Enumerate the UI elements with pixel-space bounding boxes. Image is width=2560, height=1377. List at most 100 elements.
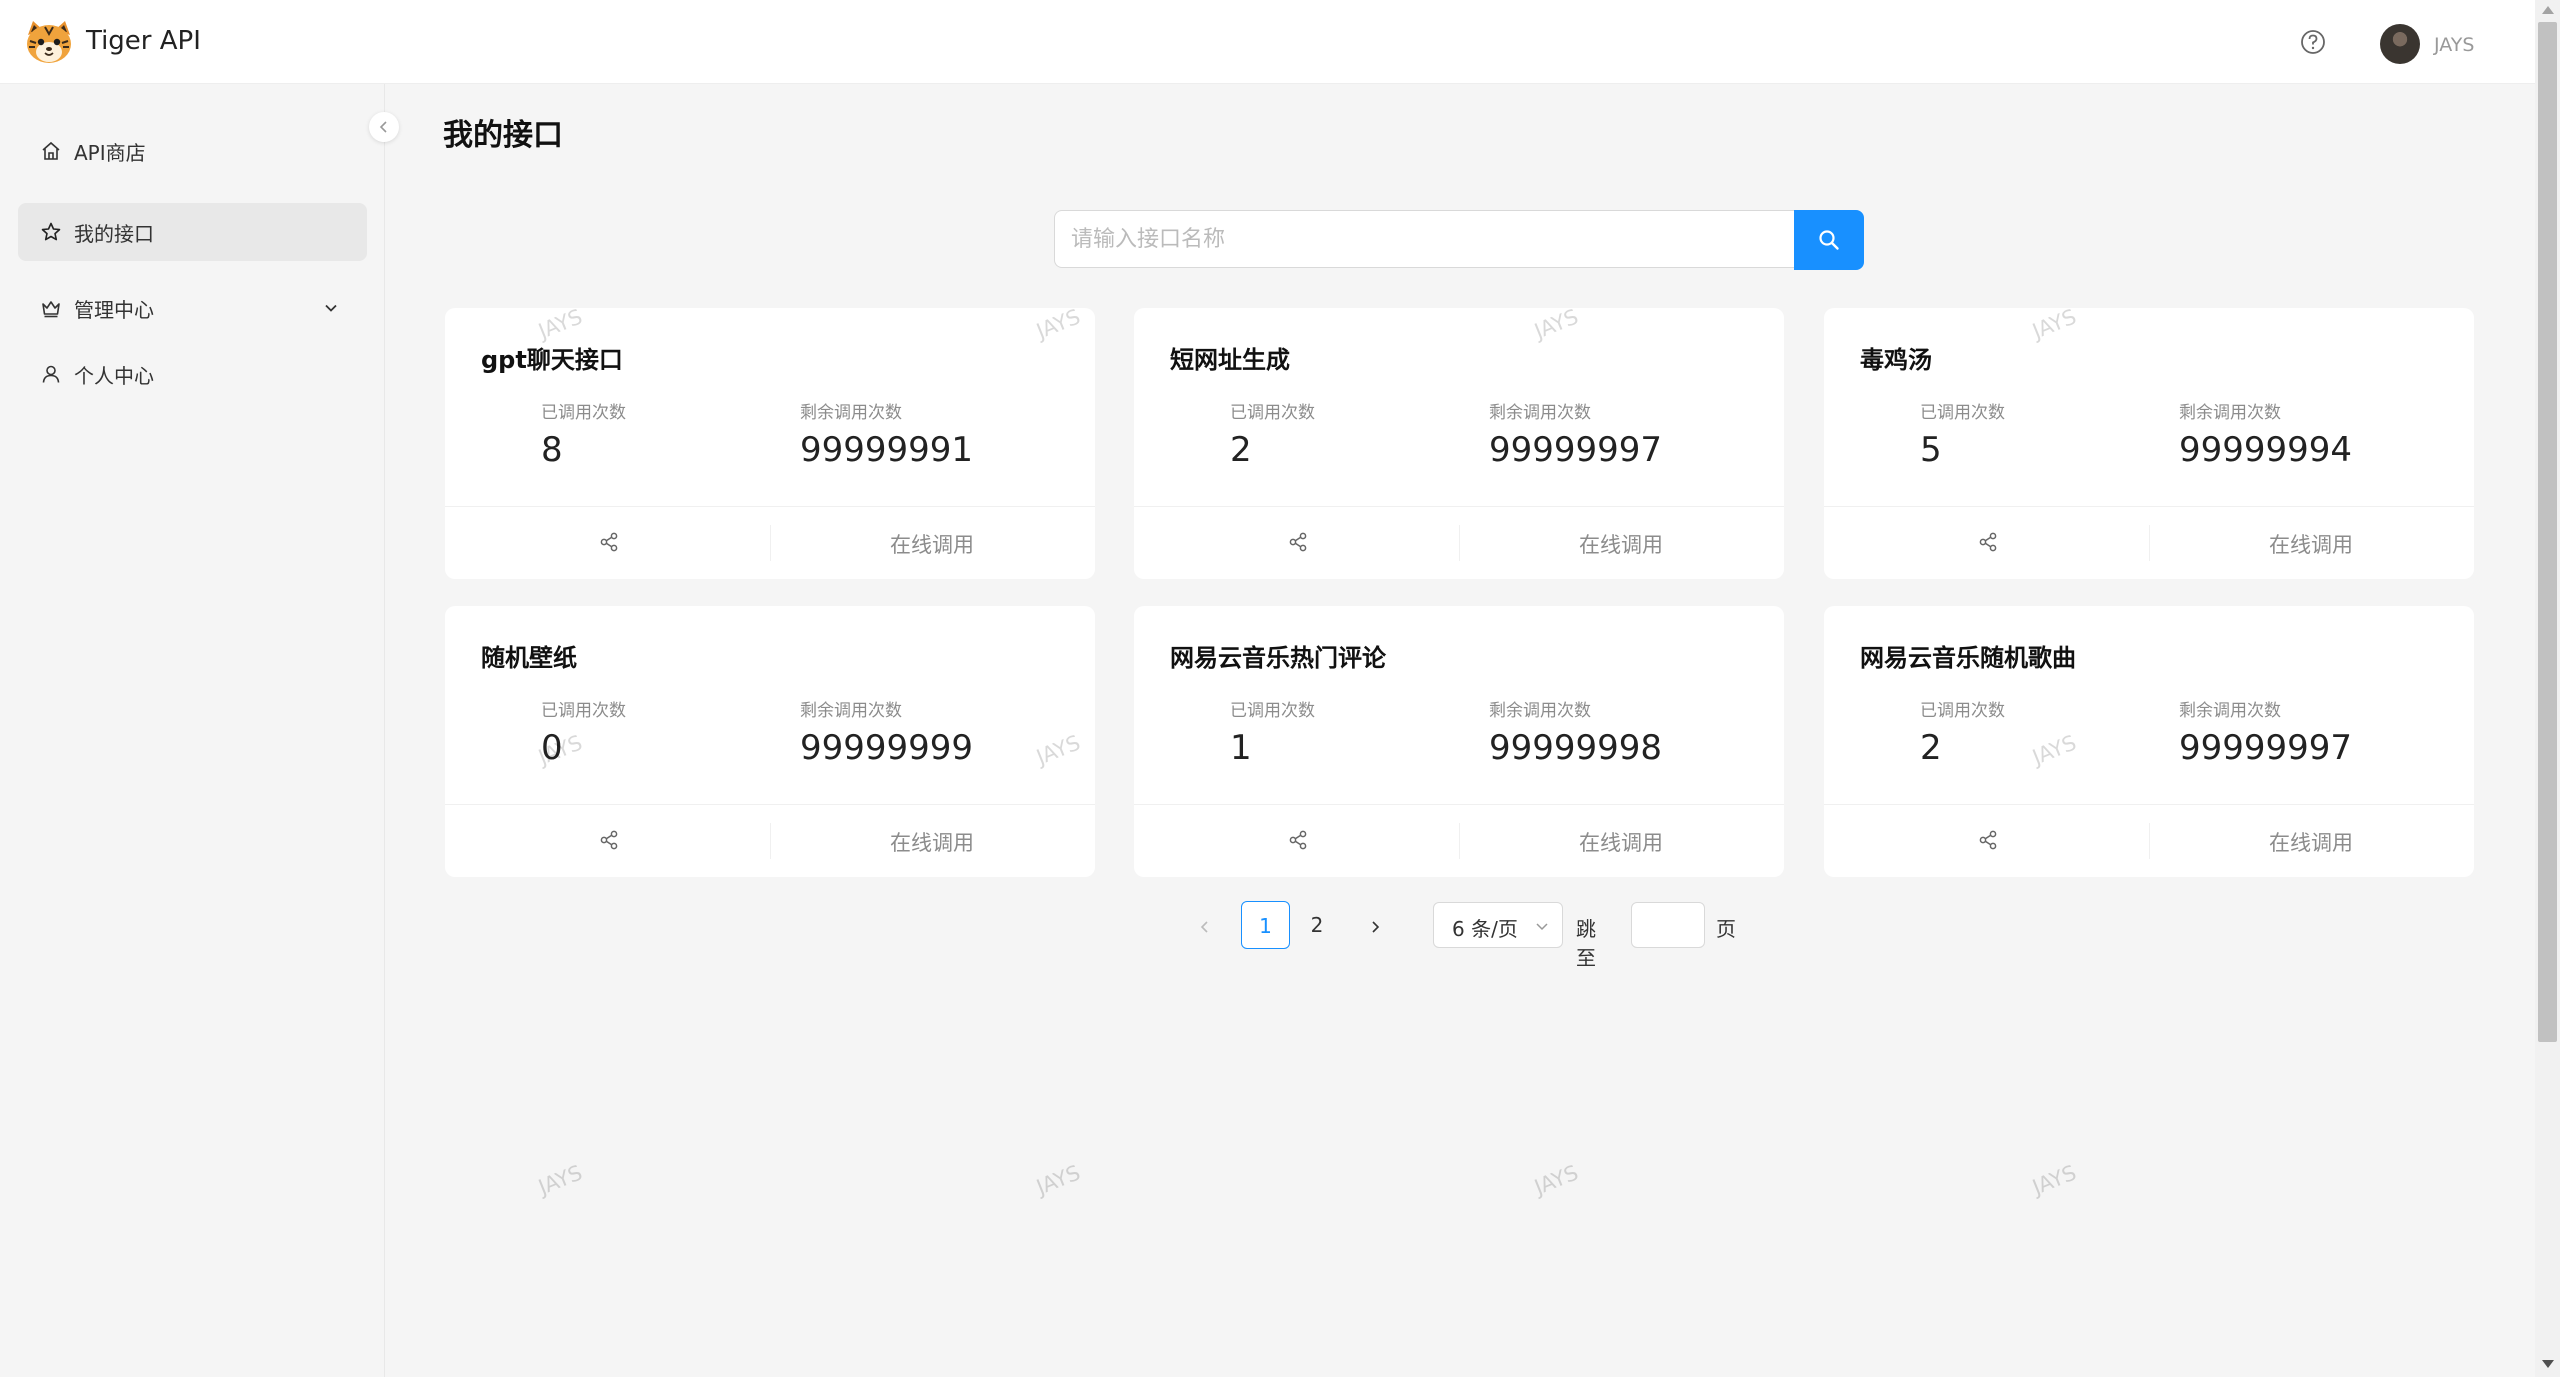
page-title: 我的接口 (443, 118, 563, 153)
online-invoke-link[interactable]: 在线调用 (1579, 827, 1663, 857)
api-card: 网易云音乐热门评论 已调用次数 剩余调用次数 1 99999998 在线调用 (1134, 606, 1784, 877)
share-icon[interactable] (1287, 531, 1309, 553)
online-invoke-link[interactable]: 在线调用 (2269, 827, 2353, 857)
watermark: JAYS (535, 1160, 586, 1200)
scroll-down-arrow-icon[interactable] (2542, 1360, 2554, 1368)
api-name: 毒鸡汤 (1860, 346, 1932, 374)
pagination-next-button[interactable] (1360, 901, 1390, 949)
share-icon[interactable] (598, 531, 620, 553)
online-invoke-link[interactable]: 在线调用 (1579, 529, 1663, 559)
online-invoke-link[interactable]: 在线调用 (890, 529, 974, 559)
online-invoke-link[interactable]: 在线调用 (890, 827, 974, 857)
remaining-count-value: 99999994 (2179, 430, 2353, 470)
page-size-select[interactable]: 6 条/页 (1433, 902, 1563, 948)
sidebar-item-label: API商店 (74, 140, 146, 165)
card-actions: 在线调用 (1824, 506, 2474, 580)
help-icon[interactable] (2300, 29, 2326, 55)
sidebar-item-personal-center[interactable]: 个人中心 (18, 345, 367, 403)
remaining-count-label: 剩余调用次数 (2179, 701, 2281, 721)
action-divider (2149, 525, 2150, 561)
search-input[interactable] (1054, 210, 1794, 268)
sidebar-item-label: 我的接口 (74, 221, 154, 246)
scroll-up-arrow-icon[interactable] (2542, 6, 2554, 14)
used-count-value: 2 (1920, 728, 1942, 768)
used-count-label: 已调用次数 (541, 403, 626, 423)
action-divider (1459, 525, 1460, 561)
action-divider (1459, 823, 1460, 859)
tiger-logo[interactable] (24, 19, 74, 65)
share-icon[interactable] (1977, 829, 1999, 851)
used-count-label: 已调用次数 (1230, 701, 1315, 721)
remaining-count-value: 99999997 (1489, 430, 1663, 470)
card-actions: 在线调用 (1134, 506, 1784, 580)
watermark: JAYS (2029, 1160, 2080, 1200)
api-name: gpt聊天接口 (481, 346, 623, 374)
remaining-count-label: 剩余调用次数 (800, 403, 902, 423)
used-count-value: 2 (1230, 430, 1252, 470)
remaining-count-label: 剩余调用次数 (2179, 403, 2281, 423)
used-count-value: 5 (1920, 430, 1942, 470)
remaining-count-label: 剩余调用次数 (800, 701, 902, 721)
app-title[interactable]: Tiger API (86, 26, 201, 56)
chevron-down-icon (1536, 923, 1548, 931)
chevron-down-icon[interactable] (321, 298, 341, 318)
online-invoke-link[interactable]: 在线调用 (2269, 529, 2353, 559)
sidebar-item-label: 个人中心 (74, 363, 154, 388)
sidebar-item-my-apis[interactable]: 我的接口 (18, 203, 367, 261)
api-card: 随机壁纸 已调用次数 剩余调用次数 0 99999999 在线调用 (445, 606, 1095, 877)
star-icon (41, 222, 61, 241)
search-icon (1819, 230, 1839, 250)
sidebar-item-label: 管理中心 (74, 297, 154, 322)
card-actions: 在线调用 (445, 506, 1095, 580)
remaining-count-value: 99999997 (2179, 728, 2353, 768)
used-count-label: 已调用次数 (1920, 403, 2005, 423)
watermark: JAYS (1531, 1160, 1582, 1200)
top-header: Tiger API JAYS (0, 0, 2535, 84)
vertical-scrollbar[interactable] (2535, 0, 2560, 1377)
card-actions: 在线调用 (1824, 804, 2474, 878)
chevron-right-icon (1372, 920, 1380, 933)
api-card: 网易云音乐随机歌曲 已调用次数 剩余调用次数 2 99999997 在线调用 (1824, 606, 2474, 877)
used-count-label: 已调用次数 (1230, 403, 1315, 423)
search-bar (1054, 210, 1864, 270)
api-card: 毒鸡汤 已调用次数 剩余调用次数 5 99999994 在线调用 (1824, 308, 2474, 579)
used-count-value: 1 (1230, 728, 1252, 768)
sidebar-item-admin-center[interactable]: 管理中心 (18, 279, 367, 337)
remaining-count-value: 99999999 (800, 728, 974, 768)
crown-icon (42, 301, 60, 318)
card-actions: 在线调用 (445, 804, 1095, 878)
api-card: 短网址生成 已调用次数 剩余调用次数 2 99999997 在线调用 (1134, 308, 1784, 579)
card-actions: 在线调用 (1134, 804, 1784, 878)
chevron-left-icon (1200, 920, 1208, 933)
remaining-count-label: 剩余调用次数 (1489, 701, 1591, 721)
username[interactable]: JAYS (2434, 34, 2474, 56)
jump-to-page-input[interactable] (1631, 902, 1705, 948)
page-suffix-label: 页 (1716, 917, 1736, 941)
chevron-left-icon (379, 121, 387, 133)
share-icon[interactable] (1977, 531, 1999, 553)
used-count-value: 0 (541, 728, 563, 768)
remaining-count-label: 剩余调用次数 (1489, 403, 1591, 423)
search-button[interactable] (1794, 210, 1864, 270)
jump-to-label: 跳至 (1576, 917, 1596, 970)
api-card: gpt聊天接口 已调用次数 剩余调用次数 8 99999991 在线调用 (445, 308, 1095, 579)
sidebar-collapse-button[interactable] (369, 112, 399, 142)
sidebar-item-api-store[interactable]: API商店 (18, 122, 367, 180)
avatar[interactable] (2380, 24, 2420, 64)
action-divider (770, 525, 771, 561)
api-name: 网易云音乐随机歌曲 (1860, 644, 2076, 672)
page-size-value: 6 条/页 (1452, 917, 1518, 941)
share-icon[interactable] (1287, 829, 1309, 851)
used-count-label: 已调用次数 (1920, 701, 2005, 721)
action-divider (2149, 823, 2150, 859)
api-name: 短网址生成 (1170, 346, 1290, 374)
sidebar: API商店 我的接口 管理中心 个人中心 (0, 84, 385, 1377)
pagination-page-1[interactable]: 1 (1241, 901, 1290, 949)
pagination-prev-button[interactable] (1190, 901, 1220, 949)
share-icon[interactable] (598, 829, 620, 851)
scrollbar-thumb[interactable] (2538, 22, 2557, 1042)
remaining-count-value: 99999998 (1489, 728, 1663, 768)
home-icon (42, 141, 60, 160)
pagination-page-2[interactable]: 2 (1302, 901, 1332, 949)
api-name: 网易云音乐热门评论 (1170, 644, 1386, 672)
